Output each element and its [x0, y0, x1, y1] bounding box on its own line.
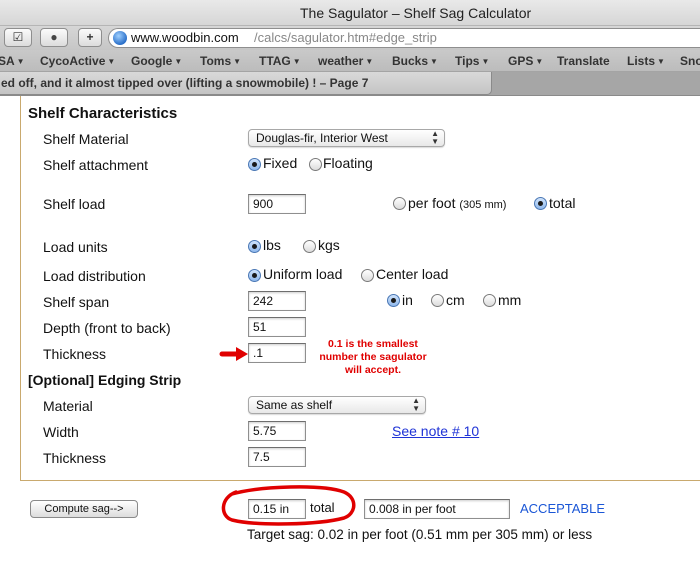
- bookmark-tips[interactable]: Tips ▼: [455, 54, 489, 68]
- bookmark-toms[interactable]: Toms ▼: [200, 54, 241, 68]
- bookmarks-bar: SA ▼ CycoActive ▼ Google ▼ Toms ▼ TTAG ▼ weat…: [0, 50, 700, 72]
- bookmark-google[interactable]: Google ▼: [131, 54, 182, 68]
- plus-icon: +: [86, 30, 94, 44]
- page-content: Shelf Characteristics Shelf Material Dou…: [0, 96, 700, 562]
- browser-toolbar: ☑ ● + www.woodbin.com /calcs/sagulator.h…: [0, 26, 700, 50]
- globe-icon: [113, 31, 127, 45]
- tab-bar: ed off, and it almost tipped over (lifti…: [0, 72, 700, 96]
- stop-button[interactable]: ●: [40, 28, 68, 47]
- bookmark-weather[interactable]: weather ▼: [318, 54, 373, 68]
- bookmark-gps[interactable]: GPS ▼: [508, 54, 543, 68]
- url-path: /calcs/sagulator.htm#edge_strip: [254, 30, 437, 45]
- red-arrow-icon: [219, 347, 248, 361]
- address-bar[interactable]: www.woodbin.com /calcs/sagulator.htm#edg…: [108, 28, 700, 48]
- bookmark-bucks[interactable]: Bucks ▼: [392, 54, 438, 68]
- bookmark-lists[interactable]: Lists ▼: [627, 54, 665, 68]
- stop-icon: ●: [50, 30, 58, 44]
- tab-label: ed off, and it almost tipped over (lifti…: [1, 76, 369, 90]
- window-title: The Sagulator – Shelf Sag Calculator: [300, 5, 532, 21]
- bookmark-cycoactive[interactable]: CycoActive ▼: [40, 54, 115, 68]
- bookmark-sno[interactable]: Sno: [680, 54, 700, 68]
- bookmark-sa[interactable]: SA ▼: [0, 54, 25, 68]
- red-circle-annotation: [221, 485, 356, 526]
- add-bookmark-button[interactable]: +: [78, 28, 102, 47]
- extension-icon: ☑: [12, 30, 24, 44]
- tab-forum-page[interactable]: ed off, and it almost tipped over (lifti…: [0, 72, 492, 95]
- bookmark-translate[interactable]: Translate: [557, 54, 610, 68]
- annotation-overlay: [219, 347, 356, 526]
- window-titlebar: The Sagulator – Shelf Sag Calculator: [0, 0, 700, 26]
- extension-button[interactable]: ☑: [4, 28, 32, 47]
- url-host: www.woodbin.com: [131, 30, 239, 45]
- bookmark-ttag[interactable]: TTAG ▼: [259, 54, 301, 68]
